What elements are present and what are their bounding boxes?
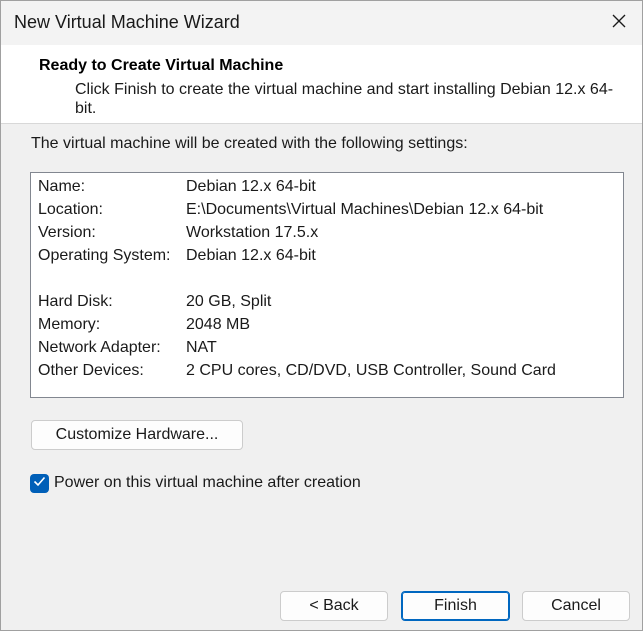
close-button[interactable] xyxy=(596,1,642,45)
finish-button[interactable]: Finish xyxy=(401,591,510,621)
cancel-button[interactable]: Cancel xyxy=(522,591,630,621)
wizard-header: Ready to Create Virtual Machine Click Fi… xyxy=(1,45,642,124)
title-bar[interactable]: New Virtual Machine Wizard xyxy=(1,1,642,45)
setting-label: Hard Disk: xyxy=(38,293,113,310)
back-button[interactable]: < Back xyxy=(280,591,388,621)
setting-value: E:\Documents\Virtual Machines\Debian 12.… xyxy=(186,201,544,218)
setting-label: Memory: xyxy=(38,316,101,333)
header-description: Click Finish to create the virtual machi… xyxy=(75,81,614,117)
wizard-window: New Virtual Machine Wizard Ready to Crea… xyxy=(0,0,643,631)
power-on-checkbox[interactable] xyxy=(30,473,49,493)
button-bar: < Back Finish Cancel xyxy=(1,578,642,630)
setting-value: Workstation 17.5.x xyxy=(186,224,319,241)
header-title: Ready to Create Virtual Machine xyxy=(39,57,284,74)
setting-label: Location: xyxy=(38,201,103,218)
setting-label: Operating System: xyxy=(38,247,171,264)
window-title: New Virtual Machine Wizard xyxy=(14,12,240,32)
settings-summary-box: Name: Debian 12.x 64-bit Location: E:\Do… xyxy=(30,172,624,398)
setting-value: Debian 12.x 64-bit xyxy=(186,247,316,264)
setting-label: Version: xyxy=(38,224,96,241)
checkmark-icon xyxy=(33,474,46,492)
customize-hardware-button[interactable]: Customize Hardware... xyxy=(31,420,243,450)
setting-label: Network Adapter: xyxy=(38,339,161,356)
setting-label: Name: xyxy=(38,178,86,195)
setting-value: 2 CPU cores, CD/DVD, USB Controller, Sou… xyxy=(186,362,556,379)
power-on-label: Power on this virtual machine after crea… xyxy=(54,474,361,491)
setting-label: Other Devices: xyxy=(38,362,144,379)
settings-intro: The virtual machine will be created with… xyxy=(31,135,468,152)
setting-value: Debian 12.x 64-bit xyxy=(186,178,316,195)
close-icon xyxy=(612,14,626,33)
setting-value: 2048 MB xyxy=(186,316,251,333)
power-on-option[interactable]: Power on this virtual machine after crea… xyxy=(30,473,361,493)
setting-value: 20 GB, Split xyxy=(186,293,272,310)
setting-value: NAT xyxy=(186,339,217,356)
